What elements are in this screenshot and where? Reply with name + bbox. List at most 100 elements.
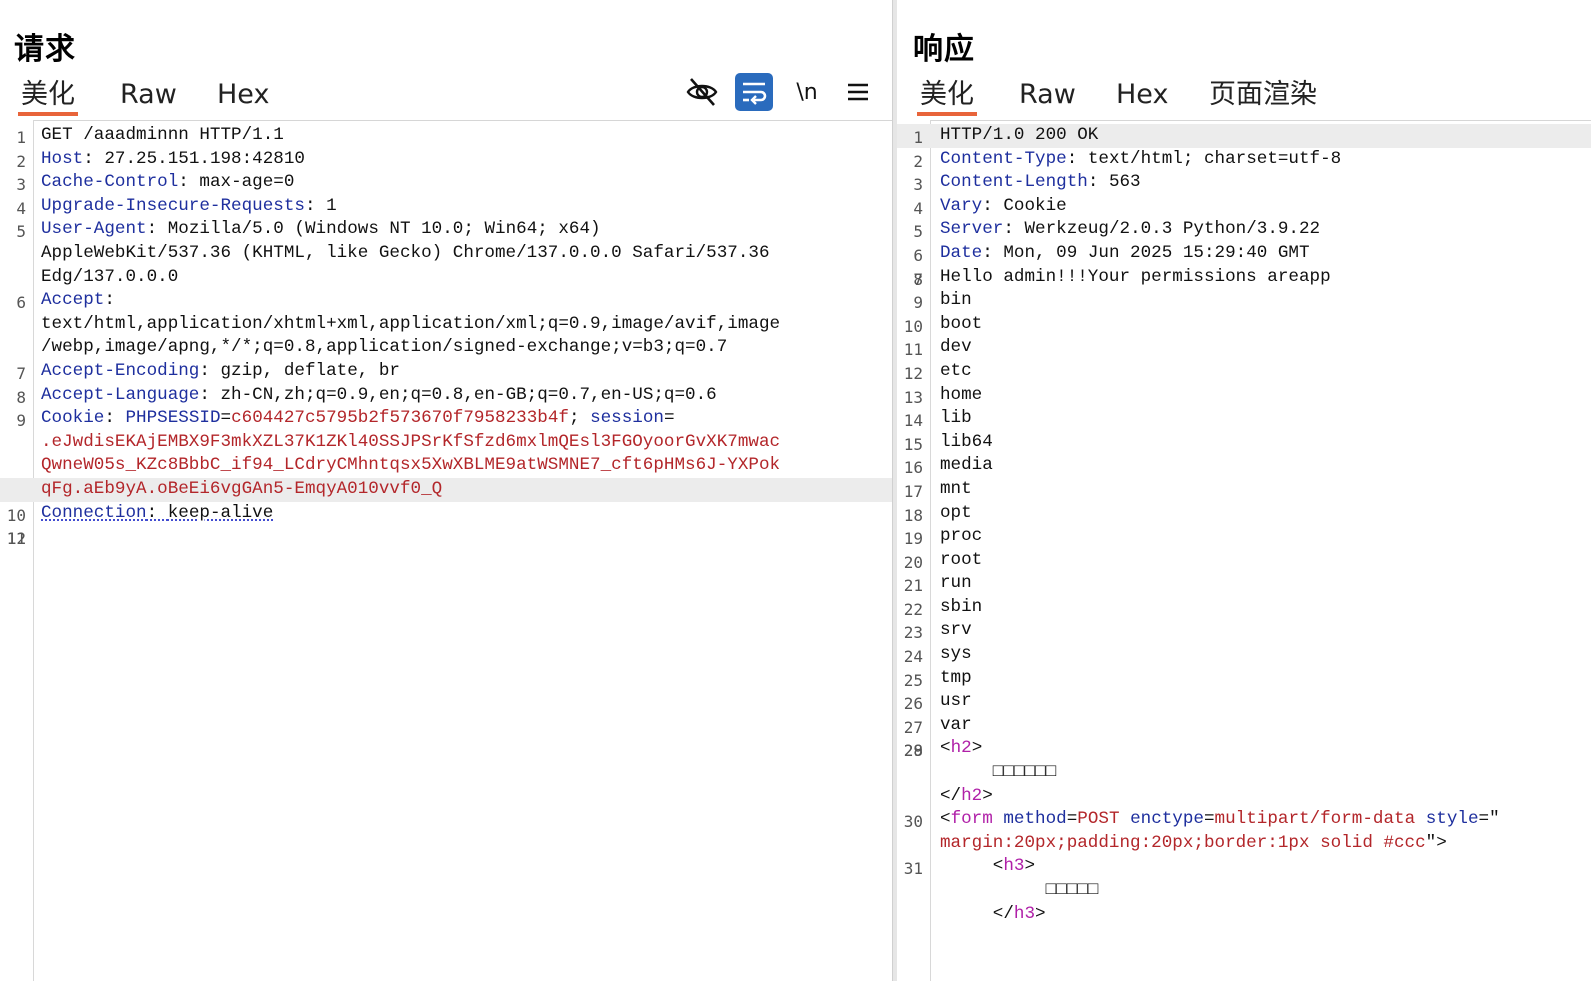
code-line: 6 Accept: xyxy=(0,289,892,313)
code-text: <h3> xyxy=(940,855,1591,879)
line-number: 1 xyxy=(16,128,26,147)
code-line: 23 srv xyxy=(897,619,1591,643)
header-separator: : xyxy=(304,195,327,216)
newline-icon[interactable]: \n xyxy=(787,72,827,112)
code-text: run xyxy=(940,572,1591,596)
line-number: 6 xyxy=(913,245,923,265)
code-line: 1 HTTP/1.0 200 OK xyxy=(897,124,1591,148)
header-value: max-age=0 xyxy=(199,172,295,193)
code-text: Server: Werkzeug/2.0.3 Python/3.9.22 xyxy=(940,218,1591,242)
code-line: 21 run xyxy=(897,572,1591,596)
code-line: .eJwdisEKAjEMBX9F3mkXZL37K1ZKl40SSJPSrKf… xyxy=(0,431,892,455)
tab-raw[interactable]: Raw xyxy=(117,78,180,116)
header-separator: : xyxy=(199,360,221,381)
code-content: lib xyxy=(940,408,972,429)
tab-hex[interactable]: Hex xyxy=(214,78,272,116)
code-line: 6 Date: Mon, 09 Jun 2025 15:29:40 GMT xyxy=(897,242,1591,266)
menu-icon[interactable] xyxy=(838,72,878,112)
attr-name: method xyxy=(1003,809,1067,830)
code-line: 30 <form method=POST enctype=multipart/fo… xyxy=(897,808,1591,832)
code-text: proc xyxy=(940,525,1591,549)
line-number xyxy=(0,478,26,480)
code-line: 27 var xyxy=(897,714,1591,738)
header-separator: : xyxy=(146,502,168,523)
code-content: proc xyxy=(940,526,983,547)
header-name: Content-Length xyxy=(940,172,1088,193)
code-line: </h3> xyxy=(897,903,1591,927)
cookie-delimiter: ; xyxy=(568,408,591,429)
header-value: text/html; charset=utf-8 xyxy=(1087,148,1342,169)
code-content: media xyxy=(940,455,993,476)
code-text: </h2> xyxy=(940,785,1591,809)
code-line: 2 Content-Type: text/html; charset=utf-8 xyxy=(897,148,1591,172)
response-editor[interactable]: 1 HTTP/1.0 200 OK 2 Content-Type: text/html… xyxy=(897,120,1591,981)
line-number xyxy=(897,903,923,905)
request-editor[interactable]: 1 GET /aaadminnn HTTP/1.1 2 Host: 27.25.151… xyxy=(0,120,892,981)
header-name: Accept-Language xyxy=(41,384,200,405)
header-separator: : xyxy=(1087,172,1109,193)
code-text: srv xyxy=(940,619,1591,643)
code-text: opt xyxy=(940,502,1591,526)
code-text: Accept: xyxy=(41,289,892,313)
request-tabbar: 美化 Raw Hex \n xyxy=(0,70,892,121)
code-line: 15 lib64 xyxy=(897,431,1591,455)
code-text: User-Agent: Mozilla/5.0 (Windows NT 10.0… xyxy=(41,218,892,242)
tag-bracket: </ xyxy=(992,903,1014,924)
header-separator: : xyxy=(178,172,200,193)
code-line: 2 Host: 27.25.151.198:42810 xyxy=(0,148,892,172)
equals-sign: = xyxy=(1478,809,1490,830)
code-line: 26 usr xyxy=(897,690,1591,714)
code-content: sbin xyxy=(940,596,983,617)
tab-pretty[interactable]: 美化 xyxy=(18,78,78,116)
cookie-value: qFg.aEb9yA.oBeEi6vgGAn5-EmqyA010vvf0_Q xyxy=(41,478,443,499)
tag-bracket: > xyxy=(1035,903,1046,924)
attr-name: style xyxy=(1425,809,1479,830)
code-content: GET /aaadminnn HTTP/1.1 xyxy=(41,125,284,145)
code-line: /webp,image/apng,*/*;q=0.8,application/s… xyxy=(0,336,892,360)
line-number: 10 xyxy=(6,505,26,525)
code-text: AppleWebKit/537.36 (KHTML, like Gecko) C… xyxy=(41,242,892,266)
equals-sign: = xyxy=(1066,809,1078,830)
code-text: media xyxy=(940,454,1591,478)
tab-hex[interactable]: Hex xyxy=(1113,78,1171,116)
line-number xyxy=(0,313,26,315)
code-line: 9 bin xyxy=(897,289,1591,313)
code-content: Hello admin!!!Your permissions areapp xyxy=(940,266,1331,287)
wrap-lines-icon[interactable] xyxy=(735,73,773,111)
line-number: 3 xyxy=(16,175,26,195)
tag-bracket: < xyxy=(940,738,951,759)
line-number: 7 xyxy=(16,363,26,383)
code-text: text/html,application/xhtml+xml,applicat… xyxy=(41,313,892,337)
line-number: 9 xyxy=(16,411,26,431)
tab-render[interactable]: 页面渲染 xyxy=(1206,78,1320,116)
code-text: </h3> xyxy=(940,903,1591,927)
header-name: User-Agent xyxy=(41,219,147,240)
tab-raw[interactable]: Raw xyxy=(1016,78,1079,116)
code-text: HTTP/1.0 200 OK xyxy=(940,124,1591,148)
line-number: 29 xyxy=(903,741,923,761)
code-line: margin:20px;padding:20px;border:1px soli… xyxy=(897,832,1591,856)
equals-sign: = xyxy=(1203,809,1215,830)
code-line: 3 Content-Length: 563 xyxy=(897,171,1591,195)
line-number: 5 xyxy=(913,222,923,242)
code-text: lib xyxy=(940,407,1591,431)
code-line: 7 Accept-Encoding: gzip, deflate, br xyxy=(0,360,892,384)
code-content: □□□□□□ xyxy=(940,762,1057,783)
line-number: 15 xyxy=(903,434,923,454)
tag-name: form xyxy=(950,809,993,830)
cookie-value: .eJwdisEKAjEMBX9F3mkXZL37K1ZKl40SSJPSrKf… xyxy=(41,431,781,452)
code-text: Cookie: PHPSESSID=c604427c5795b2f573670f… xyxy=(41,407,892,431)
quote: " xyxy=(1489,809,1500,830)
code-content: run xyxy=(940,573,972,594)
eye-slash-icon[interactable] xyxy=(682,72,722,112)
response-lines: 1 HTTP/1.0 200 OK 2 Content-Type: text/html… xyxy=(897,124,1591,926)
header-separator: : xyxy=(104,290,115,311)
tab-pretty[interactable]: 美化 xyxy=(917,78,977,116)
code-line: 4 Upgrade-Insecure-Requests: 1 xyxy=(0,195,892,219)
code-line: 9 Cookie: PHPSESSID=c604427c5795b2f573670… xyxy=(0,407,892,431)
code-content: dev xyxy=(940,337,972,358)
header-separator: : xyxy=(1003,219,1025,240)
line-number: 13 xyxy=(903,387,923,407)
code-content: home xyxy=(940,384,983,405)
